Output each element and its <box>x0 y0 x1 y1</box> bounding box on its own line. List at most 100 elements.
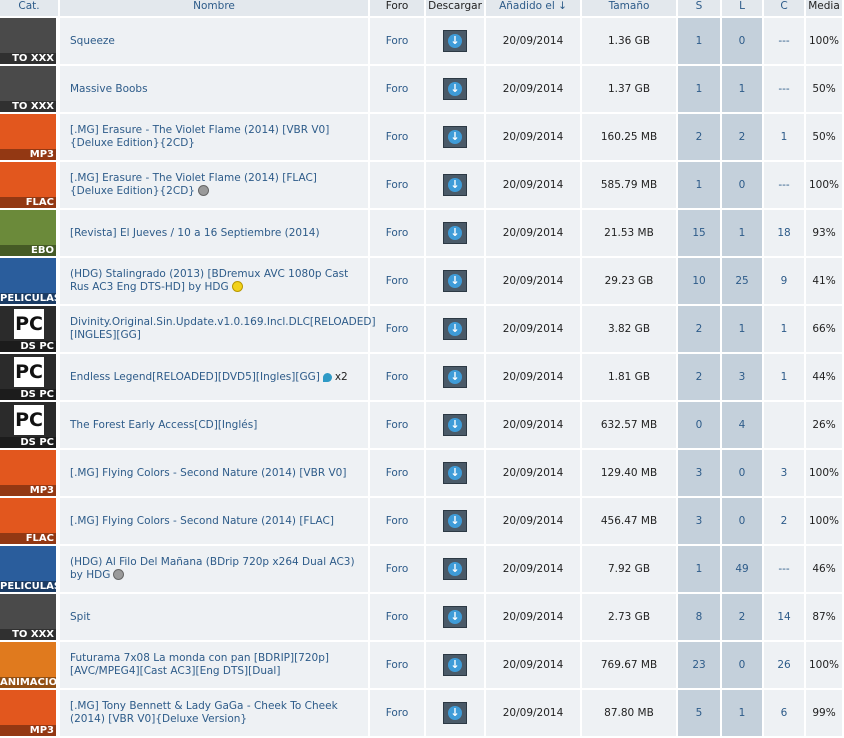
completed-link[interactable]: 18 <box>764 210 806 258</box>
download-button[interactable]: ↓ <box>443 558 467 580</box>
col-header-completed[interactable]: C <box>764 0 806 18</box>
seeders-link[interactable]: 3 <box>678 498 722 546</box>
download-button[interactable]: ↓ <box>443 510 467 532</box>
torrent-name-link[interactable]: [.MG] Flying Colors - Second Nature (201… <box>70 515 334 527</box>
seeders-link[interactable]: 2 <box>678 354 722 402</box>
col-header-nombre[interactable]: Nombre <box>60 0 370 18</box>
foro-link[interactable]: Foro <box>370 18 426 66</box>
completed-link[interactable]: 3 <box>764 450 806 498</box>
category-icon[interactable]: PC DS PC <box>0 306 56 352</box>
col-header-anadido[interactable]: Añadido el ↓ <box>486 0 582 18</box>
leechers-link[interactable]: 1 <box>722 210 764 258</box>
completed-link[interactable]: 6 <box>764 690 806 738</box>
torrent-name-link[interactable]: Spit <box>70 611 90 623</box>
download-button[interactable]: ↓ <box>443 318 467 340</box>
completed-link[interactable]: 1 <box>764 114 806 162</box>
seeders-link[interactable]: 1 <box>678 546 722 594</box>
torrent-name-link[interactable]: (HDG) Stalingrado (2013) [BDremux AVC 10… <box>70 268 348 293</box>
leechers-link[interactable]: 1 <box>722 690 764 738</box>
seeders-link[interactable]: 5 <box>678 690 722 738</box>
col-header-cat[interactable]: Cat. <box>0 0 60 18</box>
torrent-name-link[interactable]: (HDG) Al Filo Del Mañana (BDrip 720p x26… <box>70 556 355 581</box>
download-button[interactable]: ↓ <box>443 174 467 196</box>
foro-link[interactable]: Foro <box>370 690 426 738</box>
leechers-link[interactable]: 0 <box>722 162 764 210</box>
category-icon[interactable]: TO XXX <box>0 18 56 64</box>
completed-link[interactable]: 26 <box>764 642 806 690</box>
leechers-link[interactable]: 0 <box>722 498 764 546</box>
download-button[interactable]: ↓ <box>443 78 467 100</box>
download-button[interactable]: ↓ <box>443 414 467 436</box>
leechers-link[interactable]: 1 <box>722 66 764 114</box>
download-button[interactable]: ↓ <box>443 654 467 676</box>
leechers-link[interactable]: 49 <box>722 546 764 594</box>
leechers-link[interactable]: 2 <box>722 114 764 162</box>
torrent-name-link[interactable]: [.MG] Flying Colors - Second Nature (201… <box>70 467 346 479</box>
torrent-name-link[interactable]: [.MG] Tony Bennett & Lady GaGa - Cheek T… <box>70 700 338 725</box>
completed-link[interactable]: --- <box>764 66 806 114</box>
download-button[interactable]: ↓ <box>443 606 467 628</box>
torrent-name-link[interactable]: Futurama 7x08 La monda con pan [BDRIP][7… <box>70 652 329 677</box>
foro-link[interactable]: Foro <box>370 210 426 258</box>
seeders-link[interactable]: 0 <box>678 402 722 450</box>
category-icon[interactable]: ANIMACIO <box>0 642 56 688</box>
foro-link[interactable]: Foro <box>370 402 426 450</box>
seeders-link[interactable]: 2 <box>678 114 722 162</box>
download-button[interactable]: ↓ <box>443 270 467 292</box>
seeders-link[interactable]: 3 <box>678 450 722 498</box>
leechers-link[interactable]: 0 <box>722 450 764 498</box>
completed-link[interactable] <box>764 402 806 450</box>
download-button[interactable]: ↓ <box>443 30 467 52</box>
torrent-name-link[interactable]: The Forest Early Access[CD][Inglés] <box>70 419 257 431</box>
leechers-link[interactable]: 3 <box>722 354 764 402</box>
category-icon[interactable]: PELICULAS <box>0 258 56 304</box>
category-icon[interactable]: PC DS PC <box>0 402 56 448</box>
download-button[interactable]: ↓ <box>443 702 467 724</box>
category-icon[interactable]: TO XXX <box>0 594 56 640</box>
category-icon[interactable]: MP3 <box>0 690 56 736</box>
torrent-name-link[interactable]: Endless Legend[RELOADED][DVD5][Ingles][G… <box>70 371 320 383</box>
torrent-name-link[interactable]: [.MG] Erasure - The Violet Flame (2014) … <box>70 124 329 149</box>
completed-link[interactable]: 1 <box>764 354 806 402</box>
foro-link[interactable]: Foro <box>370 258 426 306</box>
seeders-link[interactable]: 8 <box>678 594 722 642</box>
seeders-link[interactable]: 15 <box>678 210 722 258</box>
torrent-name-link[interactable]: [.MG] Erasure - The Violet Flame (2014) … <box>70 172 317 197</box>
completed-link[interactable]: --- <box>764 546 806 594</box>
completed-link[interactable]: 9 <box>764 258 806 306</box>
completed-link[interactable]: 1 <box>764 306 806 354</box>
foro-link[interactable]: Foro <box>370 642 426 690</box>
seeders-link[interactable]: 1 <box>678 66 722 114</box>
foro-link[interactable]: Foro <box>370 114 426 162</box>
torrent-name-link[interactable]: Divinity.Original.Sin.Update.v1.0.169.In… <box>70 316 376 341</box>
download-button[interactable]: ↓ <box>443 366 467 388</box>
leechers-link[interactable]: 1 <box>722 306 764 354</box>
category-icon[interactable]: FLAC <box>0 162 56 208</box>
seeders-link[interactable]: 2 <box>678 306 722 354</box>
download-button[interactable]: ↓ <box>443 462 467 484</box>
category-icon[interactable]: EBO <box>0 210 56 256</box>
download-button[interactable]: ↓ <box>443 222 467 244</box>
leechers-link[interactable]: 2 <box>722 594 764 642</box>
foro-link[interactable]: Foro <box>370 66 426 114</box>
completed-link[interactable]: 2 <box>764 498 806 546</box>
leechers-link[interactable]: 25 <box>722 258 764 306</box>
category-icon[interactable]: MP3 <box>0 450 56 496</box>
torrent-name-link[interactable]: [Revista] El Jueves / 10 a 16 Septiembre… <box>70 227 320 239</box>
col-header-leechers[interactable]: L <box>722 0 764 18</box>
col-header-seeders[interactable]: S <box>678 0 722 18</box>
foro-link[interactable]: Foro <box>370 354 426 402</box>
foro-link[interactable]: Foro <box>370 546 426 594</box>
leechers-link[interactable]: 4 <box>722 402 764 450</box>
torrent-name-link[interactable]: Massive Boobs <box>70 83 148 95</box>
completed-link[interactable]: --- <box>764 18 806 66</box>
download-button[interactable]: ↓ <box>443 126 467 148</box>
completed-link[interactable]: --- <box>764 162 806 210</box>
category-icon[interactable]: MP3 <box>0 114 56 160</box>
completed-link[interactable]: 14 <box>764 594 806 642</box>
torrent-name-link[interactable]: Squeeze <box>70 35 115 47</box>
category-icon[interactable]: FLAC <box>0 498 56 544</box>
category-icon[interactable]: PELICULAS <box>0 546 56 592</box>
leechers-link[interactable]: 0 <box>722 642 764 690</box>
foro-link[interactable]: Foro <box>370 450 426 498</box>
